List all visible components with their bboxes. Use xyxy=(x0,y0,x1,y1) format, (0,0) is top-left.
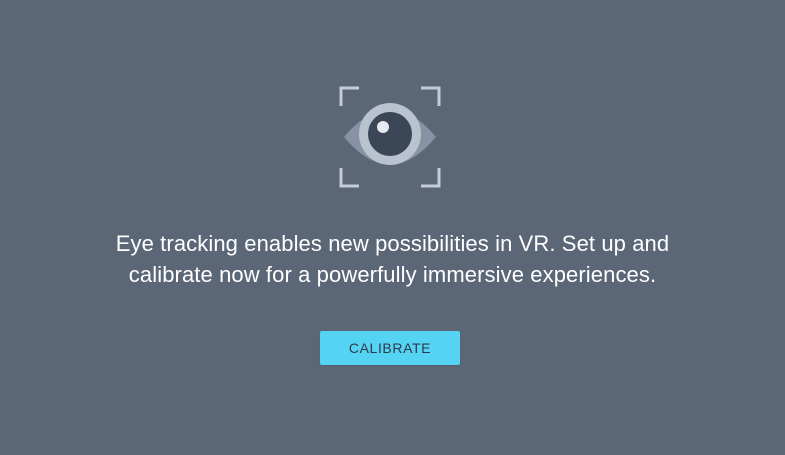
message-line-2: calibrate now for a powerfully immersive… xyxy=(128,262,657,287)
calibrate-button[interactable]: CALIBRATE xyxy=(320,331,460,365)
eye-tracking-message: Eye tracking enables new possibilities i… xyxy=(0,228,785,290)
eye-tracking-icon xyxy=(339,86,441,188)
eye-tracking-setup-screen: Eye tracking enables new possibilities i… xyxy=(0,0,785,455)
message-line-1: Eye tracking enables new possibilities i… xyxy=(115,231,670,256)
